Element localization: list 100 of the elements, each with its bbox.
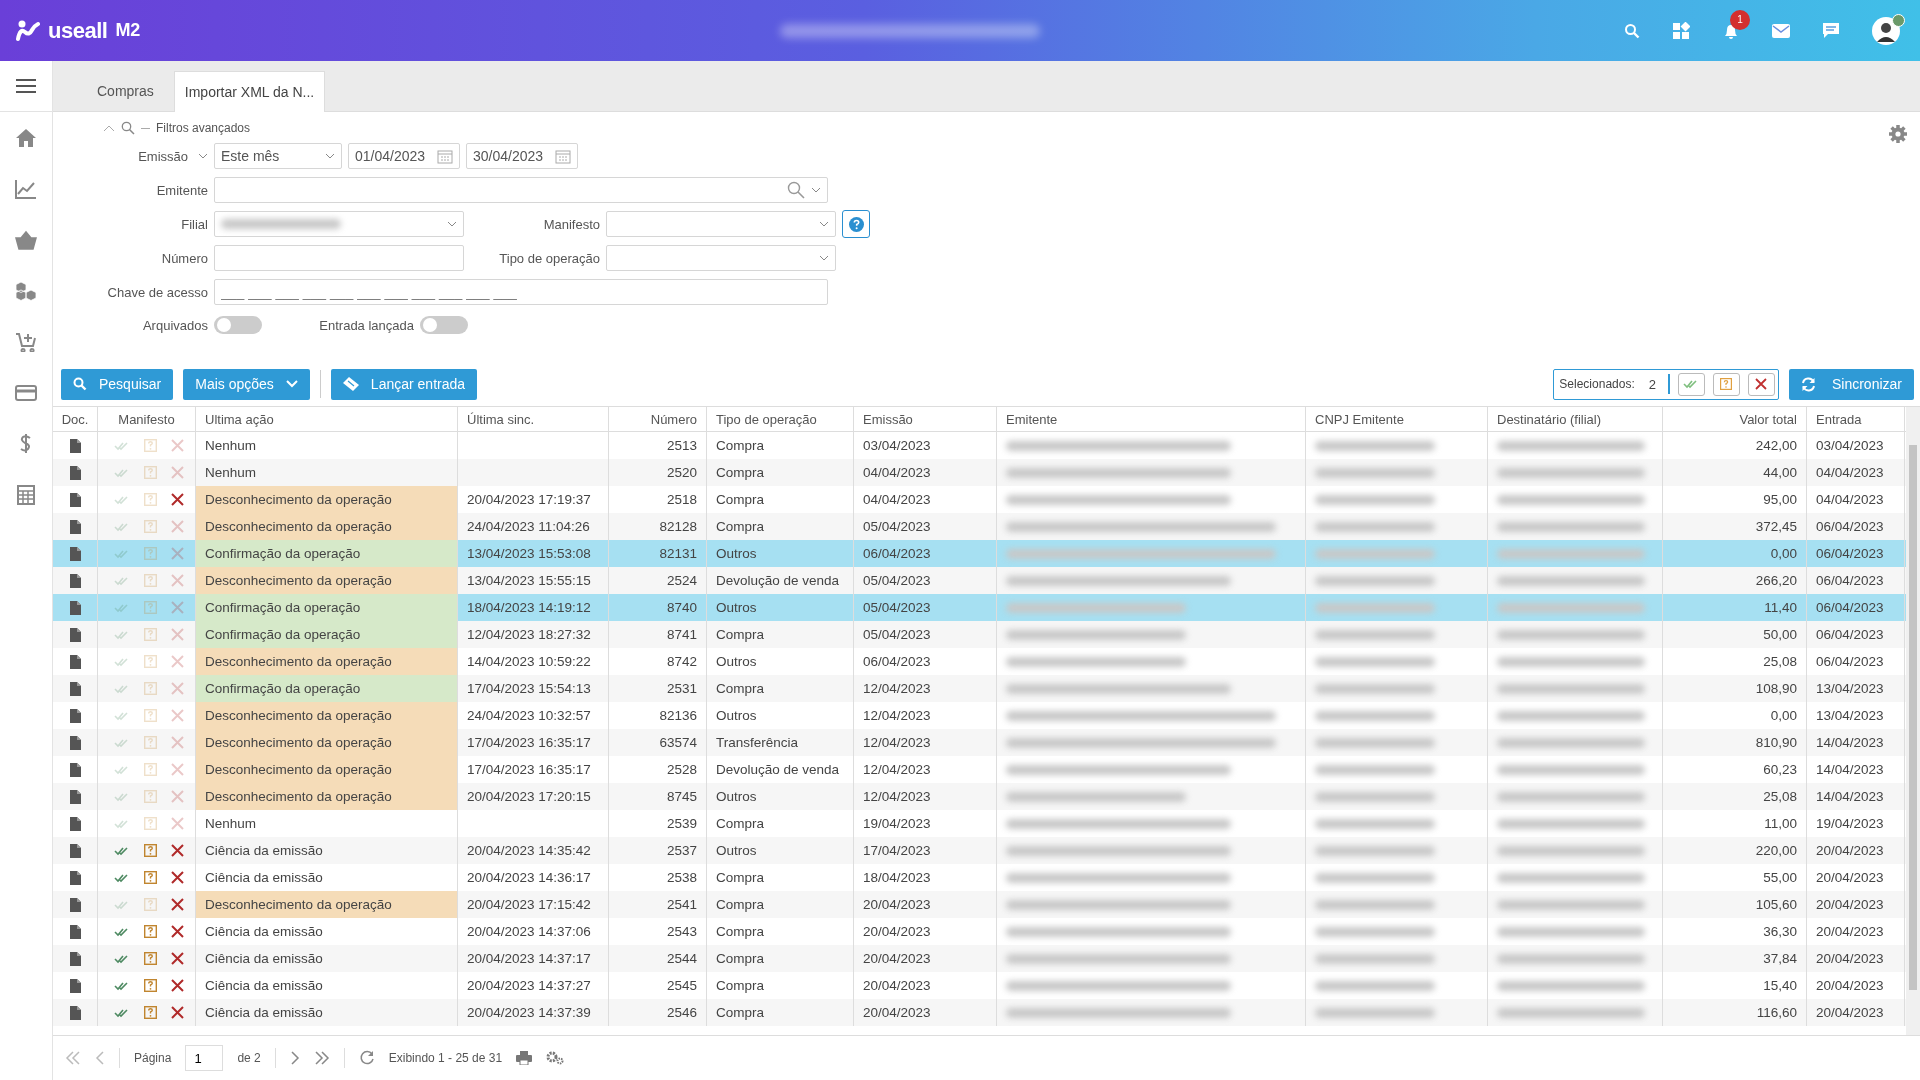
scrollbar[interactable]: [1906, 407, 1920, 1035]
double-check-icon[interactable]: [114, 494, 130, 505]
double-check-icon[interactable]: [114, 764, 130, 775]
toggle-switch[interactable]: [420, 316, 468, 334]
refresh-icon[interactable]: [358, 1050, 375, 1066]
document-icon[interactable]: [69, 1005, 81, 1020]
calculator-icon[interactable]: [15, 484, 37, 505]
document-icon[interactable]: [69, 627, 81, 642]
question-box-icon[interactable]: [144, 871, 157, 884]
date-field[interactable]: 01/04/2023: [348, 143, 460, 169]
document-icon[interactable]: [69, 762, 81, 777]
double-check-icon[interactable]: [114, 845, 130, 856]
column-header[interactable]: Destinatário (filial): [1488, 407, 1663, 431]
double-check-icon[interactable]: [114, 710, 130, 721]
document-icon[interactable]: [69, 573, 81, 588]
column-header[interactable]: Emitente: [997, 407, 1306, 431]
access-key-field[interactable]: ___ ___ ___ ___ ___ ___ ___ ___ ___ ___ ___: [214, 279, 828, 305]
double-check-icon[interactable]: [114, 953, 130, 964]
table-row[interactable]: Confirmação da operação 18/04/2023 14:19:12 8740 Outros 05/04/2023 11,40 06/04/2023: [53, 594, 1906, 621]
double-check-icon[interactable]: [114, 629, 130, 640]
document-icon[interactable]: [69, 816, 81, 831]
table-row[interactable]: Confirmação da operação 13/04/2023 15:53:08 82131 Outros 06/04/2023 0,00 06/04/2023: [53, 540, 1906, 567]
double-check-icon[interactable]: [114, 602, 130, 613]
menu-icon[interactable]: [16, 79, 36, 93]
double-check-icon[interactable]: [114, 467, 130, 478]
document-icon[interactable]: [69, 978, 81, 993]
column-header[interactable]: Valor total: [1663, 407, 1807, 431]
table-row[interactable]: Ciência da emissão 20/04/2023 14:37:39 2546 Compra 20/04/2023 116,60 20/04/2023: [53, 999, 1906, 1026]
double-check-icon[interactable]: [114, 791, 130, 802]
toggle-switch[interactable]: [214, 316, 262, 334]
numero-field[interactable]: [214, 245, 464, 271]
first-page-icon[interactable]: [65, 1051, 81, 1065]
question-box-icon[interactable]: [144, 952, 157, 965]
close-icon[interactable]: [171, 871, 184, 884]
close-icon[interactable]: [171, 493, 184, 506]
question-box-icon[interactable]: [144, 979, 157, 992]
search-icon[interactable]: [1624, 22, 1640, 39]
table-row[interactable]: Desconhecimento da operação 17/04/2023 16:35:17 63574 Transferência 12/04/2023 810,90 14/04/2023: [53, 729, 1906, 756]
document-icon[interactable]: [69, 708, 81, 723]
help-button[interactable]: [842, 210, 870, 238]
document-icon[interactable]: [69, 492, 81, 507]
close-icon[interactable]: [171, 979, 184, 992]
double-check-icon[interactable]: [114, 1007, 130, 1018]
column-header[interactable]: Número: [609, 407, 707, 431]
apps-icon[interactable]: [1672, 21, 1690, 40]
double-check-icon[interactable]: [114, 899, 130, 910]
collapse-icon[interactable]: [103, 124, 115, 132]
last-page-icon[interactable]: [313, 1051, 330, 1065]
document-icon[interactable]: [69, 843, 81, 858]
table-row[interactable]: Nenhum 2520 Compra 04/04/2023 44,00 04/04/2023: [53, 459, 1906, 486]
close-icon[interactable]: [171, 898, 184, 911]
double-check-icon[interactable]: [114, 575, 130, 586]
mail-icon[interactable]: [1772, 23, 1790, 38]
gears-icon[interactable]: [546, 1051, 565, 1065]
line-chart-icon[interactable]: [15, 178, 37, 199]
column-header[interactable]: Emissão: [854, 407, 997, 431]
double-check-icon[interactable]: [114, 737, 130, 748]
table-row[interactable]: Desconhecimento da operação 24/04/2023 11:04:26 82128 Compra 05/04/2023 372,45 06/04/2023: [53, 513, 1906, 540]
double-check-icon[interactable]: [114, 683, 130, 694]
emitente-field[interactable]: [214, 177, 828, 203]
tab[interactable]: Importar XML da N...: [173, 71, 326, 112]
double-check-icon[interactable]: [114, 521, 130, 532]
caret-icon[interactable]: [198, 153, 208, 159]
question-box-icon[interactable]: [144, 844, 157, 857]
document-icon[interactable]: [69, 546, 81, 561]
page-field[interactable]: 1: [185, 1045, 224, 1071]
close-icon[interactable]: [171, 925, 184, 938]
document-icon[interactable]: [69, 735, 81, 750]
table-row[interactable]: Ciência da emissão 20/04/2023 14:37:17 2544 Compra 20/04/2023 37,84 20/04/2023: [53, 945, 1906, 972]
confirm-button[interactable]: [1677, 372, 1705, 396]
document-icon[interactable]: [69, 924, 81, 939]
basket-icon[interactable]: [15, 229, 37, 250]
reject-button[interactable]: [1747, 372, 1775, 396]
date-field[interactable]: 30/04/2023: [466, 143, 578, 169]
document-icon[interactable]: [69, 438, 81, 453]
double-check-icon[interactable]: [114, 656, 130, 667]
document-icon[interactable]: [69, 789, 81, 804]
double-check-icon[interactable]: [114, 818, 130, 829]
double-check-icon[interactable]: [114, 980, 130, 991]
settings-icon[interactable]: [1888, 124, 1908, 144]
document-icon[interactable]: [69, 465, 81, 480]
question-box-icon[interactable]: [144, 1006, 157, 1019]
avatar-icon[interactable]: [1872, 16, 1900, 45]
document-icon[interactable]: [69, 654, 81, 669]
double-check-icon[interactable]: [114, 872, 130, 883]
document-icon[interactable]: [69, 600, 81, 615]
filial-dropdown[interactable]: [214, 211, 464, 237]
credit-card-icon[interactable]: [15, 382, 37, 403]
previous-page-icon[interactable]: [95, 1051, 105, 1065]
close-icon[interactable]: [171, 844, 184, 857]
next-page-icon[interactable]: [289, 1051, 300, 1065]
question-box-icon[interactable]: [144, 925, 157, 938]
document-icon[interactable]: [69, 681, 81, 696]
unknown-button[interactable]: [1712, 372, 1740, 396]
table-row[interactable]: Ciência da emissão 20/04/2023 14:35:42 2537 Outros 17/04/2023 220,00 20/04/2023: [53, 837, 1906, 864]
cart-plus-icon[interactable]: [15, 331, 37, 352]
document-icon[interactable]: [69, 951, 81, 966]
close-icon[interactable]: [171, 1006, 184, 1019]
table-row[interactable]: Confirmação da operação 12/04/2023 18:27:32 8741 Compra 05/04/2023 50,00 06/04/2023: [53, 621, 1906, 648]
printer-icon[interactable]: [516, 1051, 533, 1065]
